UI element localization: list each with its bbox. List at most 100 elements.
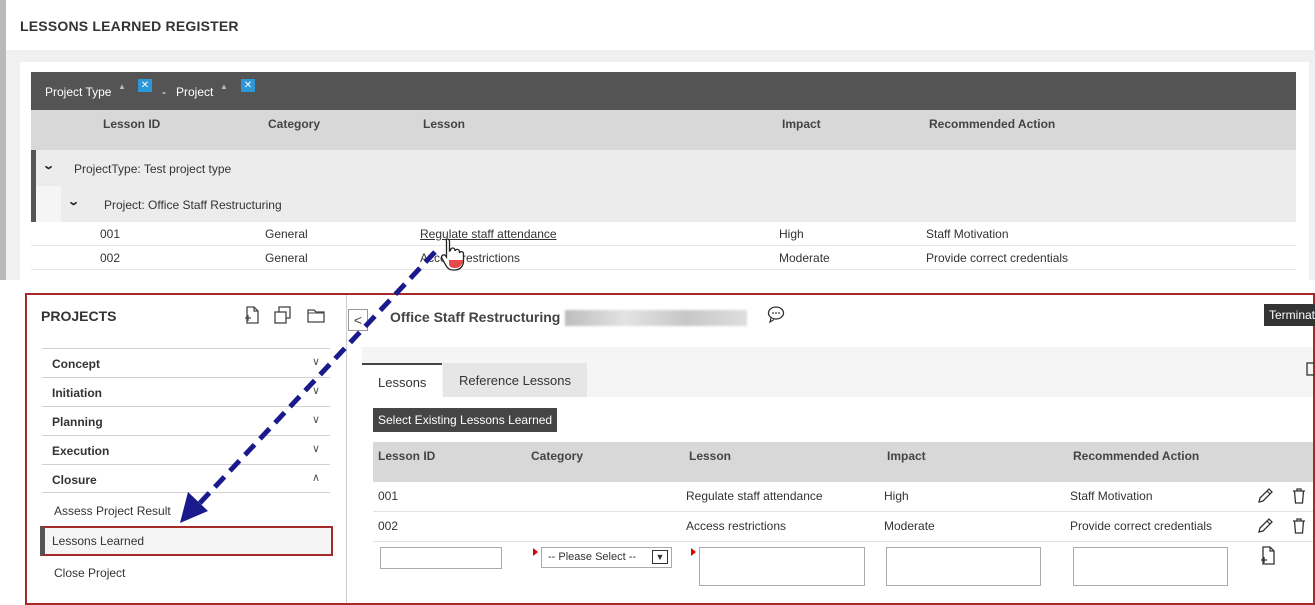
cell-lesson: Regulate staff attendance bbox=[686, 489, 823, 503]
delete-trash-icon[interactable] bbox=[1290, 487, 1308, 505]
project-detail-window: PROJECTS Concept ∨ Initiation ∨ Planning ∨ … bbox=[25, 293, 1315, 605]
section-label: Concept bbox=[52, 357, 100, 371]
sidebar-title: PROJECTS bbox=[41, 308, 117, 324]
col-impact[interactable]: Impact bbox=[782, 117, 821, 131]
category-select[interactable]: -- Please Select -- ▼ bbox=[541, 547, 672, 568]
select-placeholder: -- Please Select -- bbox=[548, 551, 637, 563]
sort-icon[interactable]: ▲ bbox=[220, 82, 228, 91]
duplicate-icon[interactable] bbox=[273, 305, 293, 325]
export-icon[interactable] bbox=[1306, 361, 1315, 377]
section-planning[interactable]: Planning ∨ bbox=[42, 406, 330, 435]
cell-lesson-id: 002 bbox=[100, 251, 121, 265]
edit-pencil-icon[interactable] bbox=[1256, 517, 1274, 535]
col-category[interactable]: Category bbox=[268, 117, 320, 131]
cell-action: Staff Motivation bbox=[926, 227, 1009, 241]
register-title: LESSONS LEARNED REGISTER bbox=[20, 18, 239, 34]
lesson-textarea[interactable] bbox=[699, 547, 865, 586]
group-by-bar: Project Type ▲ ✕ - Project ▲ ✕ bbox=[31, 72, 1296, 110]
redacted-text bbox=[565, 310, 747, 326]
new-lesson-row: -- Please Select -- ▼ bbox=[373, 542, 1313, 592]
lesson-id-input[interactable] bbox=[380, 547, 502, 569]
chevron-down-icon[interactable]: ∨ bbox=[312, 442, 320, 455]
sidebar-item-label: Close Project bbox=[54, 566, 126, 580]
section-initiation[interactable]: Initiation ∨ bbox=[42, 377, 330, 406]
recommended-action-textarea[interactable] bbox=[1073, 547, 1228, 586]
chevron-down-icon[interactable]: ∨ bbox=[312, 355, 320, 368]
collapse-sidebar-button[interactable]: < bbox=[348, 309, 368, 331]
select-existing-lessons-button[interactable]: Select Existing Lessons Learned bbox=[373, 408, 558, 432]
cell-impact: High bbox=[884, 489, 909, 503]
section-label: Planning bbox=[52, 415, 103, 429]
col-recommended-action[interactable]: Recommended Action bbox=[929, 117, 1055, 131]
group-separator: - bbox=[162, 85, 166, 99]
chevron-down-icon[interactable]: ∨ bbox=[312, 413, 320, 426]
section-closure[interactable]: Closure ∧ bbox=[42, 464, 330, 493]
register-grid: Project Type ▲ ✕ - Project ▲ ✕ Lesson ID… bbox=[20, 62, 1309, 280]
table-row[interactable]: 002 Access restrictions Moderate Provide… bbox=[373, 512, 1313, 542]
table-row[interactable]: 001 Regulate staff attendance High Staff… bbox=[373, 482, 1313, 512]
register-column-headers: Lesson ID Category Lesson Impact Recomme… bbox=[31, 110, 1296, 150]
table-row[interactable]: 001 General Regulate staff attendance Hi… bbox=[31, 222, 1296, 246]
sidebar-item-lessons-learned[interactable]: Lessons Learned bbox=[40, 526, 333, 556]
col-category[interactable]: Category bbox=[531, 449, 583, 463]
group-chip-project[interactable]: Project bbox=[176, 85, 213, 99]
col-lesson-id[interactable]: Lesson ID bbox=[378, 449, 435, 463]
section-concept[interactable]: Concept ∨ bbox=[42, 348, 330, 377]
cell-impact: High bbox=[779, 227, 804, 241]
col-lesson[interactable]: Lesson bbox=[423, 117, 465, 131]
register-header: LESSONS LEARNED REGISTER bbox=[6, 0, 1315, 50]
folder-icon[interactable] bbox=[306, 305, 326, 325]
col-recommended-action[interactable]: Recommended Action bbox=[1073, 449, 1199, 463]
sidebar-item-label: Lessons Learned bbox=[52, 534, 145, 548]
cell-category: General bbox=[265, 251, 308, 265]
section-execution[interactable]: Execution ∨ bbox=[42, 435, 330, 464]
section-label: Execution bbox=[52, 444, 110, 458]
sidebar-item-close-project[interactable]: Close Project bbox=[42, 558, 330, 586]
cell-action: Staff Motivation bbox=[1070, 489, 1153, 503]
remove-group-project-type-icon[interactable]: ✕ bbox=[138, 79, 152, 92]
cell-impact: Moderate bbox=[884, 519, 935, 533]
register-section: LESSONS LEARNED REGISTER Project Type ▲ … bbox=[0, 0, 1315, 280]
col-impact[interactable]: Impact bbox=[887, 449, 926, 463]
dropdown-arrow-icon[interactable]: ▼ bbox=[652, 550, 668, 564]
chevron-up-icon[interactable]: ∧ bbox=[312, 471, 320, 484]
remove-group-project-icon[interactable]: ✕ bbox=[241, 79, 255, 92]
group-row-project[interactable]: ⌄ Project: Office Staff Restructuring bbox=[31, 186, 1296, 222]
cell-action: Provide correct credentials bbox=[926, 251, 1069, 265]
table-row[interactable]: 002 General Access restrictions Moderate… bbox=[31, 246, 1296, 270]
sort-icon[interactable]: ▲ bbox=[118, 82, 126, 91]
cell-category: General bbox=[265, 227, 308, 241]
comment-icon[interactable] bbox=[767, 305, 785, 323]
cell-lesson-id: 001 bbox=[100, 227, 121, 241]
lessons-table-header: Lesson ID Category Lesson Impact Recomme… bbox=[373, 442, 1313, 482]
section-label: Initiation bbox=[52, 386, 102, 400]
group-row-project-type[interactable]: ⌄ ProjectType: Test project type bbox=[31, 150, 1296, 186]
col-lesson-id[interactable]: Lesson ID bbox=[103, 117, 160, 131]
cell-impact: Moderate bbox=[779, 251, 830, 265]
sidebar-item-label: Assess Project Result bbox=[54, 504, 171, 518]
cell-lesson-id: 002 bbox=[378, 519, 399, 533]
section-label: Closure bbox=[52, 473, 97, 487]
terminate-button[interactable]: Terminate bbox=[1264, 304, 1315, 326]
project-detail-pane: < Office Staff Restructuring Terminate L… bbox=[348, 295, 1315, 603]
new-document-icon[interactable] bbox=[242, 305, 262, 325]
lesson-link[interactable]: Access restrictions bbox=[420, 251, 520, 265]
cell-lesson-id: 001 bbox=[378, 489, 399, 503]
chevron-down-icon[interactable]: ⌄ bbox=[42, 159, 55, 172]
project-title: Office Staff Restructuring bbox=[390, 309, 561, 325]
add-row-icon[interactable] bbox=[1258, 545, 1278, 567]
tab-lessons[interactable]: Lessons bbox=[362, 363, 443, 397]
lessons-tab-body: Select Existing Lessons Learned Lesson I… bbox=[362, 397, 1313, 595]
chevron-down-icon[interactable]: ∨ bbox=[312, 384, 320, 397]
group-label: Project: Office Staff Restructuring bbox=[104, 198, 282, 212]
sidebar-item-assess-project-result[interactable]: Assess Project Result bbox=[42, 496, 330, 524]
col-lesson[interactable]: Lesson bbox=[689, 449, 731, 463]
required-marker bbox=[691, 548, 696, 556]
group-chip-project-type[interactable]: Project Type bbox=[45, 85, 111, 99]
delete-trash-icon[interactable] bbox=[1290, 517, 1308, 535]
chevron-down-icon[interactable]: ⌄ bbox=[67, 195, 80, 208]
cell-action: Provide correct credentials bbox=[1070, 519, 1213, 533]
impact-textarea[interactable] bbox=[886, 547, 1041, 586]
edit-pencil-icon[interactable] bbox=[1256, 487, 1274, 505]
tab-reference-lessons[interactable]: Reference Lessons bbox=[443, 363, 588, 397]
